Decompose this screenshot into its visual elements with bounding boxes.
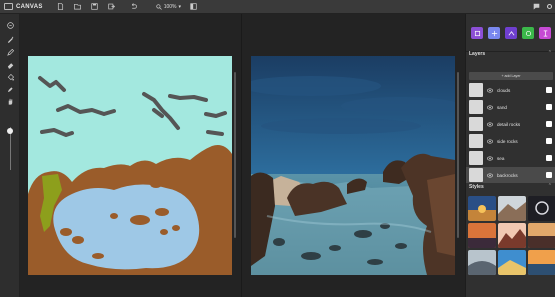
left-scrollbar[interactable] <box>234 72 236 238</box>
layer-row[interactable]: clouds <box>466 82 555 98</box>
layer-thumbnail <box>469 117 483 131</box>
layer-name: sea <box>497 155 505 161</box>
undo-icon[interactable] <box>130 3 138 11</box>
brush-palette <box>466 14 555 52</box>
layer-name: side rocks <box>497 138 518 144</box>
layer-row[interactable]: sand <box>466 99 555 115</box>
layer-name: detail rocks <box>497 121 521 127</box>
right-scrollbar[interactable] <box>457 72 459 238</box>
settings-icon[interactable] <box>546 3 553 10</box>
style-thumb-7[interactable] <box>468 250 496 275</box>
right-panel: Layers ⌃ + add Layer clouds sand detail ro… <box>465 14 555 297</box>
pane-divider[interactable] <box>241 14 242 297</box>
workspace <box>20 14 465 297</box>
app-window: CANVAS 100% ▾ Layers ⌃ + add Layer cloud… <box>0 0 555 297</box>
layer-checkbox[interactable] <box>546 121 552 127</box>
layer-thumbnail <box>469 168 483 182</box>
styles-collapse-icon[interactable]: ⌃ <box>548 183 552 189</box>
tool-strip <box>0 14 20 297</box>
layer-name: backrocks <box>497 172 518 178</box>
layer-checkbox[interactable] <box>546 155 552 161</box>
style-thumb-1[interactable] <box>468 196 496 221</box>
eraser-icon[interactable] <box>6 61 14 69</box>
style-thumb-5[interactable] <box>498 223 526 248</box>
brush-swatch-1[interactable] <box>471 27 483 39</box>
style-thumb-9[interactable] <box>528 250 555 275</box>
eye-icon[interactable] <box>487 155 493 161</box>
layer-checkbox[interactable] <box>546 172 552 178</box>
zoom-value: 100% <box>163 3 177 10</box>
app-logo: CANVAS <box>4 0 43 14</box>
file-new-icon[interactable] <box>57 3 65 11</box>
zoom-control[interactable]: 100% ▾ <box>156 4 181 10</box>
eye-icon[interactable] <box>487 121 493 127</box>
chevron-down-icon: ▾ <box>178 3 182 10</box>
chat-icon[interactable] <box>533 3 540 10</box>
pan-icon[interactable] <box>6 21 14 29</box>
eye-icon[interactable] <box>487 138 493 144</box>
layer-thumbnail <box>469 151 483 165</box>
hand-icon[interactable] <box>6 97 14 105</box>
export-icon[interactable] <box>108 3 116 11</box>
style-thumb-3[interactable] <box>528 196 555 221</box>
pencil-icon[interactable] <box>6 48 14 56</box>
brush-size-knob[interactable] <box>7 128 13 135</box>
eye-icon[interactable] <box>487 87 493 93</box>
style-thumb-6[interactable] <box>528 223 555 248</box>
segmentation-canvas[interactable] <box>28 56 232 275</box>
eye-icon[interactable] <box>487 172 493 178</box>
fill-icon[interactable] <box>6 73 14 81</box>
eyedropper-icon[interactable] <box>6 85 14 93</box>
layers-title: Layers <box>469 51 486 57</box>
layer-row[interactable]: side rocks <box>466 133 555 149</box>
layer-name: clouds <box>497 87 511 93</box>
layer-row[interactable]: detail rocks <box>466 116 555 132</box>
brush-icon[interactable] <box>6 35 14 43</box>
folder-open-icon[interactable] <box>74 3 82 11</box>
style-thumb-4[interactable] <box>468 223 496 248</box>
layers-collapse-icon[interactable]: ⌃ <box>548 50 552 56</box>
segmentation-drawing[interactable] <box>28 56 232 275</box>
layer-row[interactable]: backrocks <box>466 167 555 183</box>
app-title: CANVAS <box>16 3 43 10</box>
brush-swatch-4[interactable] <box>522 27 534 39</box>
style-thumb-2[interactable] <box>498 196 526 221</box>
brush-swatch-2[interactable] <box>488 27 500 39</box>
layer-checkbox[interactable] <box>546 87 552 93</box>
layer-row[interactable]: sea <box>466 150 555 166</box>
panel-toggle-icon[interactable] <box>189 3 197 11</box>
layer-checkbox[interactable] <box>546 104 552 110</box>
layer-thumbnail <box>469 134 483 148</box>
brush-swatch-3[interactable] <box>505 27 517 39</box>
generated-image <box>251 56 455 275</box>
top-toolbar: CANVAS 100% ▾ <box>0 0 555 14</box>
layer-thumbnail <box>469 83 483 97</box>
save-icon[interactable] <box>91 3 99 11</box>
layer-checkbox[interactable] <box>546 138 552 144</box>
layer-thumbnail <box>469 100 483 114</box>
add-layer-button[interactable]: + add Layer <box>469 72 553 80</box>
brush-swatch-5[interactable] <box>539 27 551 39</box>
canvas-logo-icon <box>4 3 13 10</box>
styles-title: Styles <box>469 184 484 190</box>
zoom-icon <box>156 3 162 10</box>
layer-name: sand <box>497 104 507 110</box>
coastal-landscape-photo <box>251 56 455 275</box>
eye-icon[interactable] <box>487 104 493 110</box>
style-thumb-8[interactable] <box>498 250 526 275</box>
